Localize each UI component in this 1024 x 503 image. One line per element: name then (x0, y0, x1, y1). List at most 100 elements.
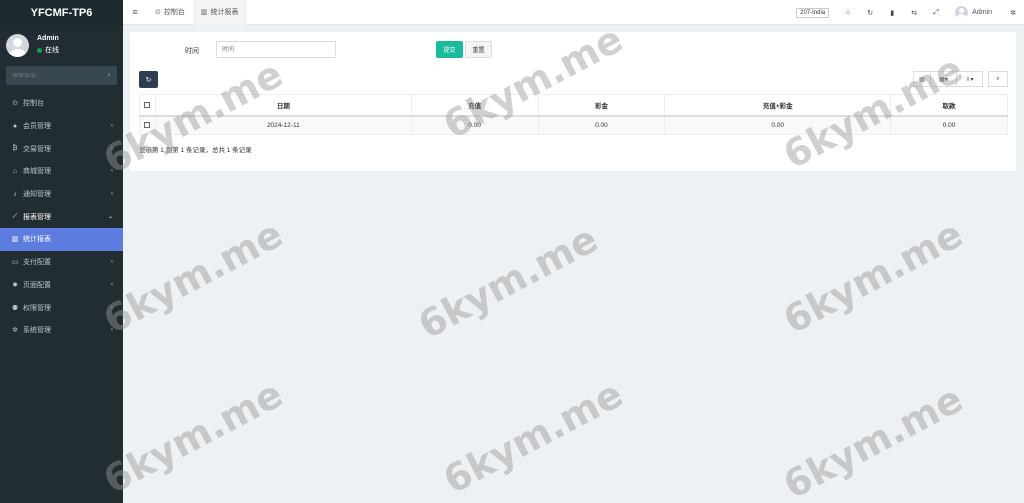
cell-recharge-plus-bonus: 0.00 (664, 115, 892, 135)
sidebar-item-label: 统计报表 (23, 236, 51, 244)
sidebar-item-label: 通知管理 (23, 191, 51, 199)
sidebar-item-label: 页面配置 (23, 281, 51, 289)
export-button[interactable]: ⇩▾ (956, 71, 983, 87)
chevron-left-icon: ‹ (111, 191, 113, 198)
table-toolbar: ▤ ▦▾ ⇩▾ ⌕ (913, 71, 1008, 87)
date-filter-input[interactable] (216, 41, 336, 58)
sidebar-item-label: 系统管理 (23, 327, 51, 335)
sidebar-item-permissions[interactable]: ⚉ 权限管理 ‹ (0, 296, 123, 319)
users-icon: ⚉ (11, 304, 19, 312)
language-icon[interactable]: ⇆ (903, 9, 925, 17)
credit-card-icon: ▭ (11, 259, 19, 267)
submit-button[interactable]: 提交 (436, 41, 463, 58)
sidebar-search: ⌕ (6, 66, 117, 85)
menu-toggle-icon[interactable]: ≡ (123, 7, 147, 17)
sidebar-item-label: 交易管理 (23, 145, 51, 153)
reset-button[interactable]: 重置 (465, 41, 492, 58)
avatar (6, 33, 29, 57)
watermark: 6kym.me (436, 371, 630, 503)
menu-search-input[interactable] (12, 72, 92, 79)
chevron-left-icon: ‹ (111, 259, 113, 266)
table-row[interactable]: 2024-12-11 0.00 0.00 0.00 0.00 (139, 115, 1008, 135)
watermark: 6kym.me (776, 211, 970, 343)
watermark: 6kym.me (96, 371, 290, 503)
refresh-button[interactable]: ↻ (139, 71, 158, 88)
sidebar-item-reports[interactable]: ⟋ 报表管理 ⌄ (0, 205, 123, 228)
user-status: 在线 (37, 45, 59, 55)
column-header-date[interactable]: 日期 (154, 94, 412, 117)
sidebar-item-system[interactable]: ✲ 系统管理 ‹ (0, 319, 123, 342)
search-icon[interactable]: ⌕ (107, 72, 111, 80)
user-status-label: 在线 (45, 47, 59, 54)
chevron-left-icon: ‹ (111, 304, 113, 311)
line-chart-icon: ⟋ (12, 212, 18, 220)
avatar[interactable] (955, 6, 969, 19)
tab-label: 控制台 (163, 9, 185, 16)
table-icon: ▤ (919, 76, 925, 83)
tab-label: 统计报表 (210, 9, 239, 16)
trash-icon[interactable]: ▮ (881, 9, 903, 17)
home-icon: ⌂ (12, 167, 18, 175)
dashboard-icon: ⊙ (12, 100, 18, 108)
cell-date: 2024-12-11 (154, 115, 412, 135)
sidebar-item-shop[interactable]: ⌂ 商城管理 ‹ (0, 160, 123, 183)
refresh-icon: ↻ (145, 76, 152, 84)
toggle-view-button[interactable]: ▤ (913, 71, 931, 87)
region-selector[interactable]: 207-India (796, 7, 830, 18)
refresh-icon[interactable]: ↻ (859, 9, 881, 17)
row-select-cell (139, 115, 156, 135)
watermark: 6kym.me (411, 216, 605, 348)
column-header-bonus[interactable]: 彩金 (537, 94, 666, 117)
chevron-left-icon: ‹ (111, 145, 113, 152)
cell-recharge: 0.00 (410, 115, 539, 135)
row-checkbox[interactable] (144, 122, 151, 129)
chevron-left-icon: ‹ (111, 168, 113, 175)
sidebar-item-label: 支付配置 (23, 259, 51, 267)
select-all-checkbox[interactable] (144, 101, 151, 108)
chevron-left-icon: ‹ (111, 123, 113, 130)
tab-stats-report[interactable]: ▥ 统计报表 (192, 0, 247, 25)
column-header-withdraw[interactable]: 取款 (890, 94, 1008, 117)
columns-icon: ▦▾ (939, 76, 948, 83)
export-icon: ⇩▾ (965, 76, 974, 83)
watermark: 6kym.me (776, 376, 970, 503)
fullscreen-icon[interactable]: ⤢ (925, 9, 947, 17)
user-panel: Admin 在线 (0, 25, 123, 65)
home-icon[interactable]: ⌂ (837, 9, 859, 16)
cogs-icon: ✲ (12, 327, 18, 335)
sidebar-item-label: 报表管理 (23, 213, 51, 221)
select-all-cell (139, 94, 156, 117)
sidebar-item-stats-report[interactable]: ▥ 统计报表 (0, 228, 123, 251)
cell-bonus: 0.00 (537, 115, 666, 135)
chevron-left-icon: ‹ (111, 281, 113, 288)
sidebar-item-page-config[interactable]: ✹ 页面配置 ‹ (0, 274, 123, 297)
topbar: ≡ ⊙ 控制台 ▥ 统计报表 207-India ⌂ ↻ ▮ ⇆ ⤢ Admin… (123, 0, 1024, 25)
pagination-summary: 显示第 1 到第 1 条记录，总共 1 条记录 (139, 147, 252, 154)
columns-button[interactable]: ▦▾ (930, 71, 957, 87)
search-button[interactable]: ⌕ (988, 71, 1008, 87)
report-table: 日期 充值 彩金 充值+彩金 取款 2024-12-11 0.00 0.00 0… (139, 94, 1008, 135)
tab-dashboard[interactable]: ⊙ 控制台 (147, 0, 193, 25)
sidebar-item-trades[interactable]: ₿ 交易管理 ‹ (0, 137, 123, 160)
topbar-user-name[interactable]: Admin (972, 9, 992, 16)
column-header-recharge-plus-bonus[interactable]: 充值+彩金 (664, 94, 892, 117)
user-circle-icon: ● (12, 122, 18, 130)
sidebar-item-label: 权限管理 (23, 304, 51, 312)
sidebar-item-label: 商城管理 (23, 168, 51, 176)
watermark: 6kym.me (96, 211, 290, 343)
chevron-down-icon: ⌄ (107, 214, 113, 221)
bitcoin-icon: ₿ (12, 145, 18, 153)
settings-icon[interactable]: ✲ (1002, 9, 1024, 17)
sidebar-item-notifications[interactable]: ♪ 通知管理 ‹ (0, 183, 123, 206)
sidebar-item-payment-config[interactable]: ▭ 支付配置 ‹ (0, 251, 123, 274)
bar-chart-icon: ▥ (200, 9, 208, 16)
brand-logo[interactable]: YFCMF-TP6 (0, 0, 123, 25)
chevron-left-icon: ‹ (111, 327, 113, 334)
user-name: Admin (37, 35, 59, 42)
search-icon: ⌕ (996, 75, 1000, 82)
column-header-recharge[interactable]: 充值 (410, 94, 539, 117)
sidebar-item-label: 会员管理 (23, 123, 51, 131)
sidebar-item-dashboard[interactable]: ⊙ 控制台 (0, 92, 123, 115)
topbar-actions: 207-India ⌂ ↻ ▮ ⇆ ⤢ Admin ✲ (796, 0, 1024, 25)
sidebar-item-members[interactable]: ● 会员管理 ‹ (0, 115, 123, 138)
